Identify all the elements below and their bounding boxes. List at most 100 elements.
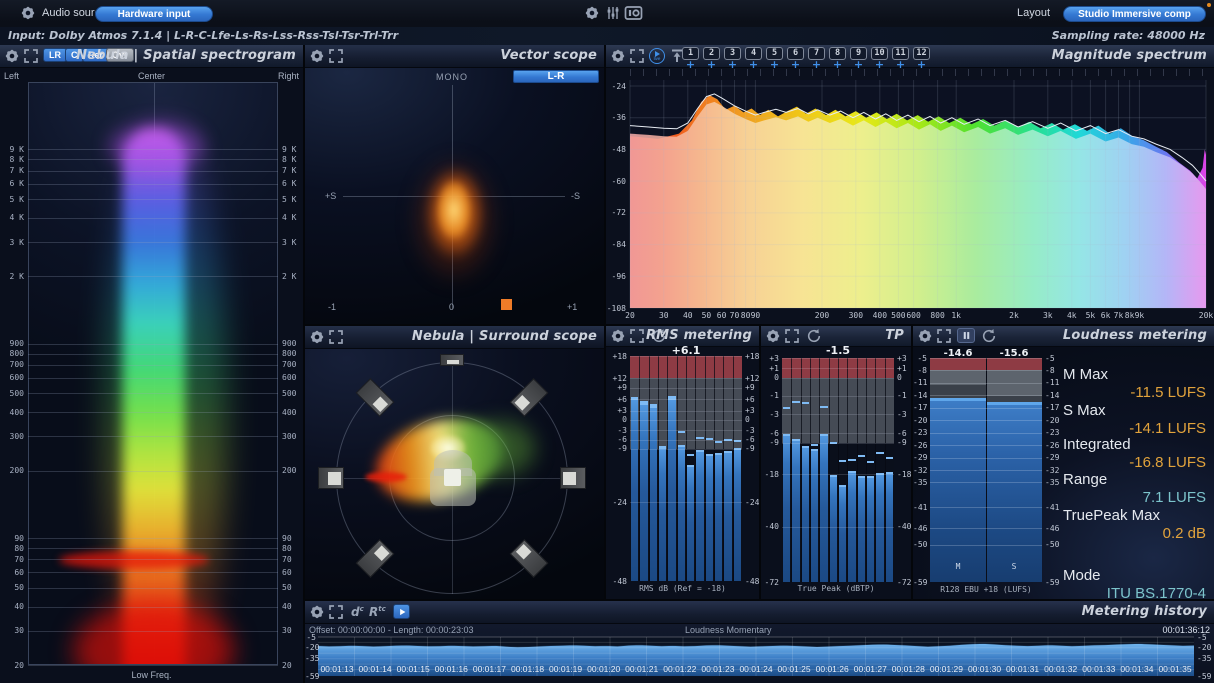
scale-label-left: -9 bbox=[761, 438, 779, 447]
fullscreen-icon[interactable] bbox=[328, 48, 344, 64]
rms-bar-ch1 bbox=[631, 398, 638, 581]
loudness-bar-S bbox=[987, 402, 1042, 582]
tick-gridline bbox=[630, 399, 742, 400]
lr-mode-button[interactable]: L-R bbox=[513, 70, 599, 83]
tp-bar-ch2 bbox=[792, 439, 799, 582]
bottom-plus1-label: +1 bbox=[567, 302, 577, 312]
gear-icon[interactable] bbox=[309, 329, 325, 345]
freq-label-right: 200 bbox=[282, 466, 296, 475]
mag-x-label: 200 bbox=[810, 311, 834, 320]
surround-scope-header: Nebula | Surround scope bbox=[305, 326, 604, 349]
panel-magnitude-spectrum: live 1+2+3+4+5+6+7+8+9+10+11+12+ Magnitu… bbox=[606, 45, 1214, 324]
panel-spatial-spectrogram: LR C Rer Ovr Nebula | Spatial spectrogra… bbox=[0, 45, 303, 683]
settings-gear-icon[interactable] bbox=[20, 5, 36, 21]
freq-label-right: 8 K bbox=[282, 155, 296, 164]
analyzer-app: Audio source Hardware input Layout Studi… bbox=[0, 0, 1214, 683]
freq-label-right: 80 bbox=[282, 544, 292, 553]
tick-gridline bbox=[782, 527, 894, 528]
sliders-icon[interactable] bbox=[605, 5, 621, 21]
scale-label-right: -11 bbox=[1045, 378, 1059, 387]
master-settings-gear-icon[interactable] bbox=[584, 5, 600, 21]
gear-icon[interactable] bbox=[610, 328, 626, 344]
panel-title: RMS metering bbox=[646, 328, 752, 343]
reset-icon[interactable] bbox=[806, 328, 822, 344]
tick-gridline bbox=[930, 358, 1042, 359]
history-scale-left: -5 bbox=[305, 633, 316, 642]
magnitude-spectrum-plot bbox=[606, 45, 1214, 324]
gear-icon[interactable] bbox=[4, 48, 20, 64]
fullscreen-icon[interactable] bbox=[629, 328, 645, 344]
bar-cap bbox=[811, 449, 818, 451]
scale-label-right: 0 bbox=[897, 373, 902, 382]
layout-preset-button[interactable]: Studio Immersive comp bbox=[1063, 6, 1206, 22]
scale-label-right: -41 bbox=[1045, 503, 1059, 512]
freq-label-left: 200 bbox=[2, 466, 24, 475]
freq-gridline bbox=[28, 631, 278, 632]
layout-label: Layout bbox=[1017, 7, 1050, 19]
tick-gridline bbox=[930, 433, 1042, 434]
freq-label-right: 7 K bbox=[282, 166, 296, 175]
tp-bar-ch7 bbox=[839, 485, 846, 582]
freq-gridline bbox=[28, 607, 278, 608]
tick-gridline bbox=[930, 507, 1042, 508]
freq-label-left: 600 bbox=[2, 373, 24, 382]
scale-label-right: -24 bbox=[745, 498, 759, 507]
vector-horizontal-axis bbox=[343, 196, 565, 197]
panel-title: TP bbox=[885, 328, 904, 343]
tick-gridline bbox=[630, 440, 742, 441]
scale-label-right: -9 bbox=[897, 438, 907, 447]
vector-scope-header: Vector scope bbox=[305, 45, 604, 68]
scale-label-left: -72 bbox=[761, 578, 779, 587]
freq-label-left: 700 bbox=[2, 360, 24, 369]
history-scale-left: -20 bbox=[305, 643, 316, 652]
freq-gridline bbox=[28, 184, 278, 185]
tick-gridline bbox=[782, 433, 894, 434]
minus-s-label: -S bbox=[571, 191, 580, 201]
freq-label-right: 90 bbox=[282, 534, 292, 543]
history-scale-right: -59 bbox=[1197, 672, 1211, 681]
freq-label-right: 700 bbox=[282, 360, 296, 369]
freq-gridline bbox=[28, 365, 278, 366]
gear-icon[interactable] bbox=[765, 328, 781, 344]
gear-icon[interactable] bbox=[309, 48, 325, 64]
stat-value-m-max: -11.5 LUFS bbox=[1130, 384, 1206, 401]
vector-vertical-axis bbox=[452, 85, 453, 309]
freq-label-left: 90 bbox=[2, 534, 24, 543]
peak-hold-marker bbox=[659, 446, 666, 448]
tick-gridline bbox=[782, 443, 894, 444]
spectrogram-header: LR C Rer Ovr Nebula | Spatial spectrogra… bbox=[0, 45, 303, 68]
vector-blob-outer bbox=[397, 135, 512, 305]
input-info-bar: Input: Dolby Atmos 7.1.4 | L-R-C-Lfe-Ls-… bbox=[0, 27, 1214, 45]
fullscreen-icon[interactable] bbox=[328, 329, 344, 345]
panel-rms-metering: RMS metering +6.1 RMS dB (Ref = -18) +18… bbox=[606, 326, 759, 599]
scale-label-right: -5 bbox=[1045, 354, 1055, 363]
mag-x-label: 1k bbox=[944, 311, 968, 320]
scale-label-left: +9 bbox=[606, 383, 627, 392]
scale-label-right: +3 bbox=[897, 354, 907, 363]
mag-y-label: -96 bbox=[606, 272, 626, 281]
rms-bar-ch10 bbox=[715, 453, 722, 582]
freq-label-left: 500 bbox=[2, 389, 24, 398]
red-zone bbox=[987, 358, 1042, 370]
fullscreen-icon[interactable] bbox=[23, 48, 39, 64]
scale-label-left: -18 bbox=[761, 470, 779, 479]
tp-bar-ch6 bbox=[830, 475, 837, 583]
loudness-plot: MS bbox=[930, 358, 1042, 582]
pan-label-left: Left bbox=[4, 71, 19, 81]
io-routing-icon[interactable] bbox=[624, 6, 643, 20]
freq-label-right: 20 bbox=[282, 661, 292, 670]
mag-x-label: 3k bbox=[1036, 311, 1060, 320]
spectrogram-plot[interactable] bbox=[28, 82, 278, 665]
mag-x-label: 600 bbox=[902, 311, 926, 320]
freq-label-right: 800 bbox=[282, 349, 296, 358]
bottom-zero-label: 0 bbox=[449, 302, 454, 312]
freq-gridline bbox=[28, 276, 278, 277]
hardware-input-button[interactable]: Hardware input bbox=[95, 6, 213, 22]
channel-toggle-lr[interactable]: LR bbox=[43, 48, 67, 62]
sampling-rate-text: Sampling rate: 48000 Hz bbox=[1052, 29, 1205, 42]
tick-gridline bbox=[930, 408, 1042, 409]
tick-gridline bbox=[782, 358, 894, 359]
scale-label-right: -17 bbox=[1045, 403, 1059, 412]
fullscreen-icon[interactable] bbox=[784, 328, 800, 344]
mag-x-label: 20 bbox=[618, 311, 642, 320]
